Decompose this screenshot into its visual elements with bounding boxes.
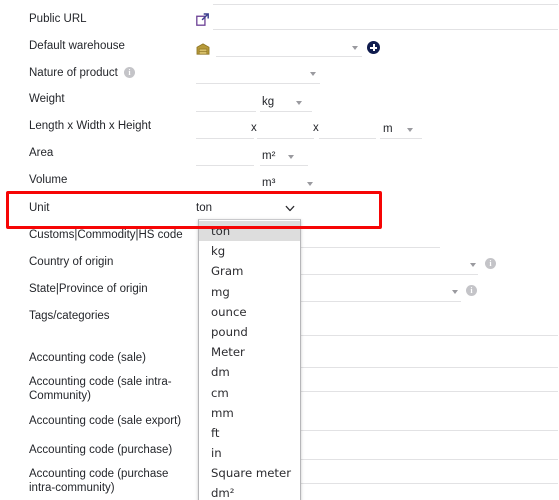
label-country-of-origin: Country of origin (29, 256, 114, 268)
label-weight: Weight (29, 93, 65, 105)
label-default-warehouse: Default warehouse (29, 40, 125, 52)
caret-down-icon[interactable] (407, 128, 413, 132)
unit-option[interactable]: Meter (199, 342, 300, 362)
info-icon[interactable]: i (124, 67, 135, 78)
caret-down-icon[interactable] (288, 155, 294, 159)
caret-down-icon[interactable] (296, 101, 302, 105)
caret-down-icon[interactable] (452, 290, 458, 294)
unit-option[interactable]: ounce (199, 302, 300, 322)
label-unit: Unit (29, 202, 50, 214)
label-tags-categories: Tags/categories (29, 310, 110, 322)
caret-down-icon[interactable] (310, 72, 316, 76)
label-volume: Volume (29, 174, 68, 186)
label-accounting-purchase: Accounting code (purchase) (29, 444, 173, 456)
public-url-input[interactable] (213, 13, 558, 30)
area-input[interactable] (196, 149, 254, 166)
plus-circle-icon[interactable] (367, 41, 380, 54)
info-icon[interactable]: i (466, 285, 477, 296)
field-row-dimensions: Length x Width x Height x x m (0, 119, 559, 147)
dimension-separator-1: x (251, 122, 257, 134)
label-state-of-origin: State|Province of origin (29, 283, 148, 295)
weight-unit-select[interactable] (260, 95, 312, 112)
product-form-panel: Public URL Default warehouse Nature of p… (0, 0, 559, 500)
unit-select-value: ton (196, 202, 212, 214)
caret-down-icon[interactable] (307, 182, 313, 186)
field-row-public-url: Public URL (0, 12, 559, 40)
unit-option[interactable]: Square meter (199, 463, 300, 483)
nature-of-product-select-input[interactable] (196, 67, 320, 84)
unit-option[interactable]: Gram (199, 261, 300, 281)
customs-code-input[interactable] (300, 231, 440, 248)
state-of-origin-select-input[interactable] (300, 285, 461, 302)
field-row-default-warehouse: Default warehouse (0, 39, 559, 67)
label-accounting-purchase-intra: Accounting code (purchase intra-communit… (29, 468, 169, 494)
chevron-down-icon[interactable] (285, 204, 295, 213)
field-row-volume: Volume m³ (0, 173, 559, 201)
accounting-purchase-input[interactable] (300, 443, 558, 460)
caret-down-icon[interactable] (470, 263, 476, 267)
dimension-unit-select[interactable] (380, 122, 422, 139)
unit-dropdown-list[interactable]: ton kg Gram mg ounce pound Meter dm cm mm ft in Squa… (198, 219, 301, 500)
unit-option[interactable]: dm (199, 362, 300, 382)
label-dimensions: Length x Width x Height (29, 120, 152, 132)
unit-option[interactable]: dm² (199, 483, 300, 500)
label-nature-of-product: Nature of product (29, 67, 118, 79)
info-icon[interactable]: i (485, 258, 496, 269)
label-accounting-sale-intra: Accounting code (sale intra-Community) (29, 376, 172, 402)
tags-categories-input[interactable] (300, 319, 558, 336)
accounting-purchase-intra-input[interactable] (300, 467, 558, 484)
unit-option[interactable]: cm (199, 383, 300, 403)
height-input[interactable] (319, 122, 376, 139)
label-accounting-sale-export: Accounting code (sale export) (29, 415, 182, 427)
label-accounting-sale: Accounting code (sale) (29, 352, 146, 364)
field-row-weight: Weight kg (0, 92, 559, 120)
dimension-separator-2: x (313, 122, 319, 134)
unit-option[interactable]: in (199, 443, 300, 463)
accounting-sale-intra-input[interactable] (300, 375, 558, 392)
unit-option[interactable]: kg (199, 241, 300, 261)
volume-input[interactable] (196, 176, 254, 193)
area-unit-select[interactable] (260, 149, 308, 166)
length-input[interactable] (196, 122, 254, 139)
default-warehouse-select-input[interactable] (216, 40, 362, 57)
accounting-sale-export-input[interactable] (300, 414, 558, 431)
external-link-icon[interactable] (196, 13, 209, 26)
caret-down-icon[interactable] (352, 46, 358, 50)
label-customs-code: Customs|Commodity|HS code (29, 229, 183, 241)
country-of-origin-select-input[interactable] (300, 258, 478, 275)
unit-option[interactable]: ton (199, 221, 300, 242)
field-row-area: Area m² (0, 146, 559, 174)
unit-select[interactable]: ton (196, 199, 304, 219)
unit-option[interactable]: pound (199, 322, 300, 342)
field-row-nature-of-product: Nature of product i (0, 66, 559, 94)
weight-input[interactable] (196, 95, 256, 112)
label-public-url: Public URL (29, 13, 87, 25)
input-underline-partial (213, 4, 558, 5)
unit-option[interactable]: mg (199, 282, 300, 302)
unit-option[interactable]: ft (199, 423, 300, 443)
width-input[interactable] (257, 122, 314, 139)
label-area: Area (29, 147, 54, 159)
warehouse-icon (196, 42, 210, 55)
accounting-sale-input[interactable] (300, 351, 558, 368)
unit-option[interactable]: mm (199, 403, 300, 423)
